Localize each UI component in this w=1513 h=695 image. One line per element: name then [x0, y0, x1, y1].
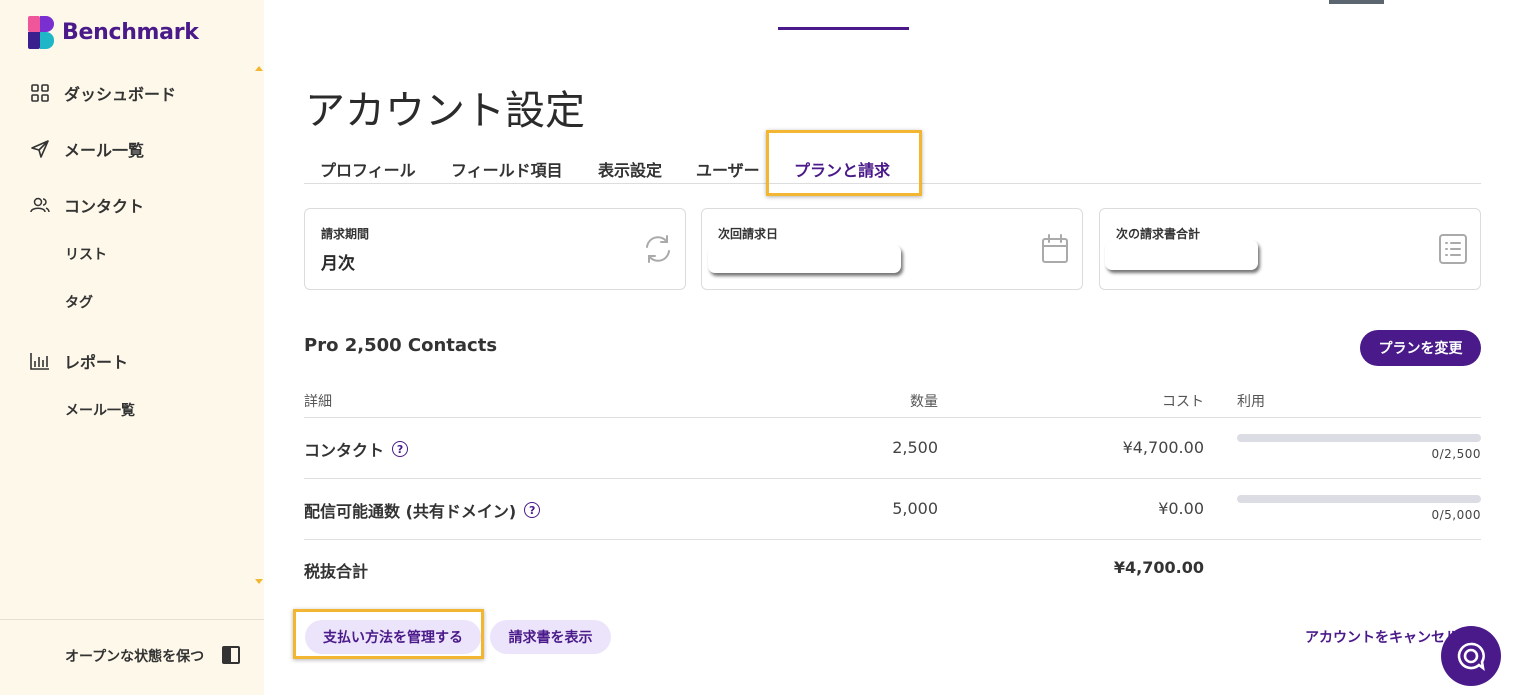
next-invoice-total-card: 次の請求書合計: [1099, 208, 1481, 290]
subtotal-value: ¥4,700.00: [1113, 558, 1204, 577]
tab-plan-billing[interactable]: プランと請求: [794, 157, 890, 181]
sidebar-toggle-icon[interactable]: [222, 646, 240, 664]
card-value: 月次: [321, 254, 355, 274]
help-chat-button[interactable]: [1441, 626, 1501, 686]
users-icon: [30, 195, 50, 215]
header-detail: 詳細: [304, 394, 332, 410]
row-label-wrap: 配信可能通数 (共有ドメイン) ?: [304, 498, 541, 522]
send-icon: [30, 139, 50, 159]
subtotal-label: 税抜合計: [304, 562, 369, 581]
row-label: 配信可能通数 (共有ドメイン): [304, 502, 517, 521]
sidebar-subitem-report-emails[interactable]: メール一覧: [65, 400, 135, 420]
tab-profile[interactable]: プロフィール: [320, 157, 416, 181]
divider: [304, 539, 1481, 540]
sidebar-item-label: レポート: [64, 353, 129, 372]
tab-fields[interactable]: フィールド項目: [451, 157, 563, 181]
card-label: 請求期間: [321, 227, 370, 241]
plan-name: Pro 2,500 Contacts: [304, 335, 498, 356]
sidebar-footer: オープンな状態を保つ: [0, 619, 264, 695]
list-document-icon: [1438, 233, 1468, 265]
sidebar-subitem-tags[interactable]: タグ: [65, 292, 93, 312]
grid-icon: [30, 83, 50, 103]
top-indicator: [1329, 0, 1384, 4]
card-value: [1105, 240, 1258, 270]
sidebar-subitem-list[interactable]: リスト: [65, 244, 107, 264]
help-icon[interactable]: ?: [524, 502, 541, 518]
tab-display[interactable]: 表示設定: [598, 157, 662, 181]
header-quantity: 数量: [910, 394, 938, 410]
view-invoices-button[interactable]: 請求書を表示: [490, 620, 611, 654]
tab-users[interactable]: ユーザー: [696, 157, 760, 181]
bar-chart-icon: [30, 351, 50, 371]
cost-value: ¥4,700.00: [1122, 438, 1204, 457]
manage-payment-button[interactable]: 支払い方法を管理する: [305, 620, 481, 654]
sidebar-item-label: ダッシュボード: [64, 85, 177, 104]
row-label: コンタクト: [304, 441, 385, 460]
billing-period-card: 請求期間 月次: [304, 208, 686, 290]
cancel-account-link[interactable]: アカウントをキャンセル: [1305, 627, 1459, 647]
usage-text: 0/5,000: [1431, 508, 1481, 522]
refresh-icon: [643, 233, 673, 265]
card-value: [708, 245, 901, 273]
usage-bar: [1237, 495, 1481, 503]
card-label: 次回請求日: [718, 227, 779, 241]
change-plan-button[interactable]: プランを変更: [1360, 330, 1481, 366]
scroll-up-icon[interactable]: [255, 66, 263, 71]
help-icon[interactable]: ?: [392, 441, 409, 457]
usage-bar: [1237, 434, 1481, 442]
quantity-value: 2,500: [892, 438, 938, 457]
sidebar-item-emails[interactable]: メール一覧: [30, 137, 144, 161]
brand-logo[interactable]: Benchmark: [28, 16, 199, 49]
settings-tabs: プロフィール フィールド項目 表示設定 ユーザー プランと請求: [304, 154, 1481, 184]
quantity-value: 5,000: [892, 499, 938, 518]
next-billing-date-card: 次回請求日: [701, 208, 1083, 290]
brand-name: Benchmark: [62, 20, 199, 45]
cost-value: ¥0.00: [1158, 499, 1204, 518]
logo-mark-icon: [28, 16, 54, 49]
divider: [304, 417, 1481, 418]
app-root: Benchmark ダッシュボード メール一覧 コンタクト リスト タグ レポー…: [0, 0, 1513, 695]
page-title: アカウント設定: [305, 88, 585, 134]
sidebar-item-label: コンタクト: [64, 197, 145, 216]
chat-bubble-icon: [1457, 642, 1485, 671]
sidebar: Benchmark ダッシュボード メール一覧 コンタクト リスト タグ レポー…: [0, 0, 264, 695]
sidebar-item-reports[interactable]: レポート: [30, 349, 128, 373]
sidebar-item-dashboard[interactable]: ダッシュボード: [30, 81, 176, 105]
sidebar-item-contacts[interactable]: コンタクト: [30, 193, 144, 217]
header-cost: コスト: [1162, 394, 1204, 410]
scroll-down-icon[interactable]: [255, 579, 263, 584]
usage-text: 0/2,500: [1431, 447, 1481, 461]
calendar-icon: [1040, 233, 1070, 265]
divider: [304, 478, 1481, 479]
active-tab-underline: [778, 27, 909, 30]
row-label-wrap: コンタクト ?: [304, 437, 409, 461]
header-usage: 利用: [1237, 394, 1265, 410]
sidebar-item-label: メール一覧: [64, 141, 145, 160]
keep-open-label[interactable]: オープンな状態を保つ: [65, 646, 204, 666]
